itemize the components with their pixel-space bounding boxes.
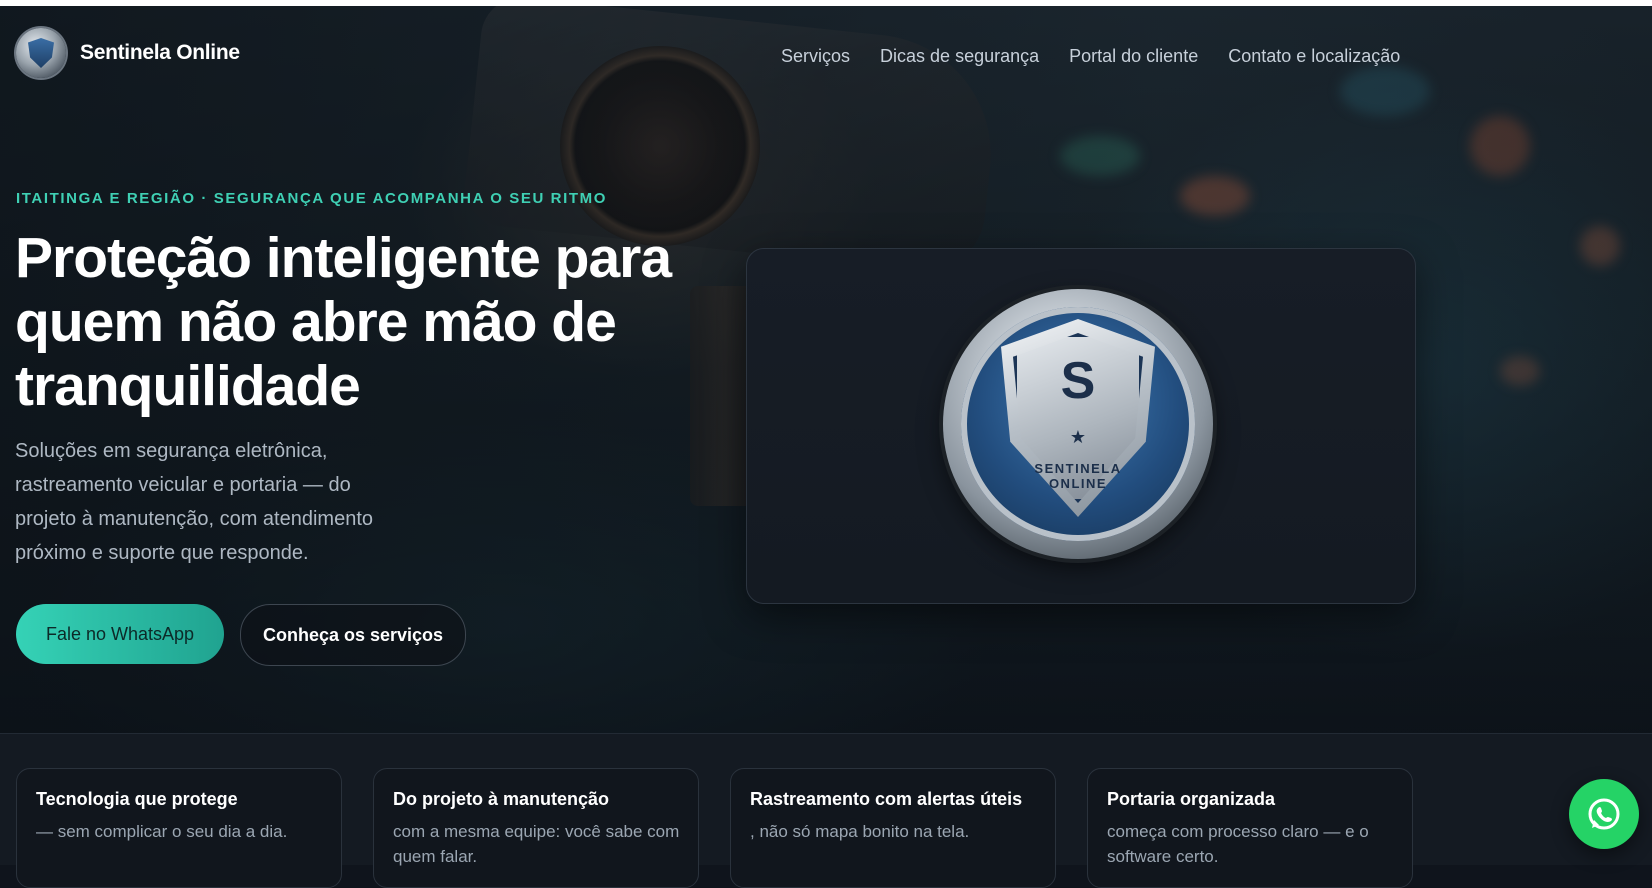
feature-text: , não só mapa bonito na tela. (750, 822, 970, 841)
feature-card: Rastreamento com alertas úteis , não só … (730, 768, 1056, 888)
main-nav: Serviços Dicas de segurança Portal do cl… (781, 46, 1430, 67)
nav-item-contato[interactable]: Contato e localização (1228, 46, 1400, 67)
feature-text: — sem complicar o seu dia a dia. (36, 822, 288, 841)
feature-title: Tecnologia que protege (36, 789, 238, 809)
hero-section: Sentinela Online Serviços Dicas de segur… (0, 6, 1652, 733)
feature-card: Tecnologia que protege — sem complicar o… (16, 768, 342, 888)
whatsapp-fab-button[interactable] (1569, 779, 1639, 849)
emblem-monogram: S (1060, 352, 1096, 410)
shield-emblem-icon (16, 28, 66, 78)
feature-title: Portaria organizada (1107, 789, 1276, 809)
nav-item-servicos[interactable]: Serviços (781, 46, 850, 67)
logo-card: S ★ SENTINELA ONLINE (746, 248, 1416, 604)
features-section: Tecnologia que protege — sem complicar o… (0, 733, 1652, 888)
nav-item-dicas-seguranca[interactable]: Dicas de segurança (880, 46, 1039, 67)
hero-lead: Soluções em segurança eletrônica, rastre… (15, 440, 373, 564)
sentinela-emblem: S ★ SENTINELA ONLINE (943, 289, 1213, 559)
services-cta-button[interactable]: Conheça os serviços (240, 604, 466, 666)
hero-headline: Proteção inteligente para quem não abre … (15, 226, 672, 418)
nav-item-portal-cliente[interactable]: Portal do cliente (1069, 46, 1198, 67)
feature-text: começa com processo claro — e o software… (1107, 822, 1369, 866)
hero-eyebrow: ITAITINGA E REGIÃO · SEGURANÇA QUE ACOMP… (16, 190, 607, 207)
emblem-text: SENTINELA ONLINE (1034, 461, 1122, 491)
feature-card: Do projeto à manutenção com a mesma equi… (373, 768, 699, 888)
feature-title: Do projeto à manutenção (393, 789, 610, 809)
star-icon: ★ (1069, 427, 1087, 448)
brand-name: Sentinela Online (80, 41, 240, 64)
whatsapp-icon (1588, 798, 1620, 830)
shield-icon (28, 38, 54, 68)
feature-title: Rastreamento com alertas úteis (750, 789, 1023, 809)
whatsapp-cta-button[interactable]: Fale no WhatsApp (16, 604, 224, 664)
brand[interactable]: Sentinela Online (16, 28, 240, 78)
feature-card: Portaria organizada começa com processo … (1087, 768, 1413, 888)
feature-text: com a mesma equipe: você sabe com quem f… (393, 822, 680, 866)
